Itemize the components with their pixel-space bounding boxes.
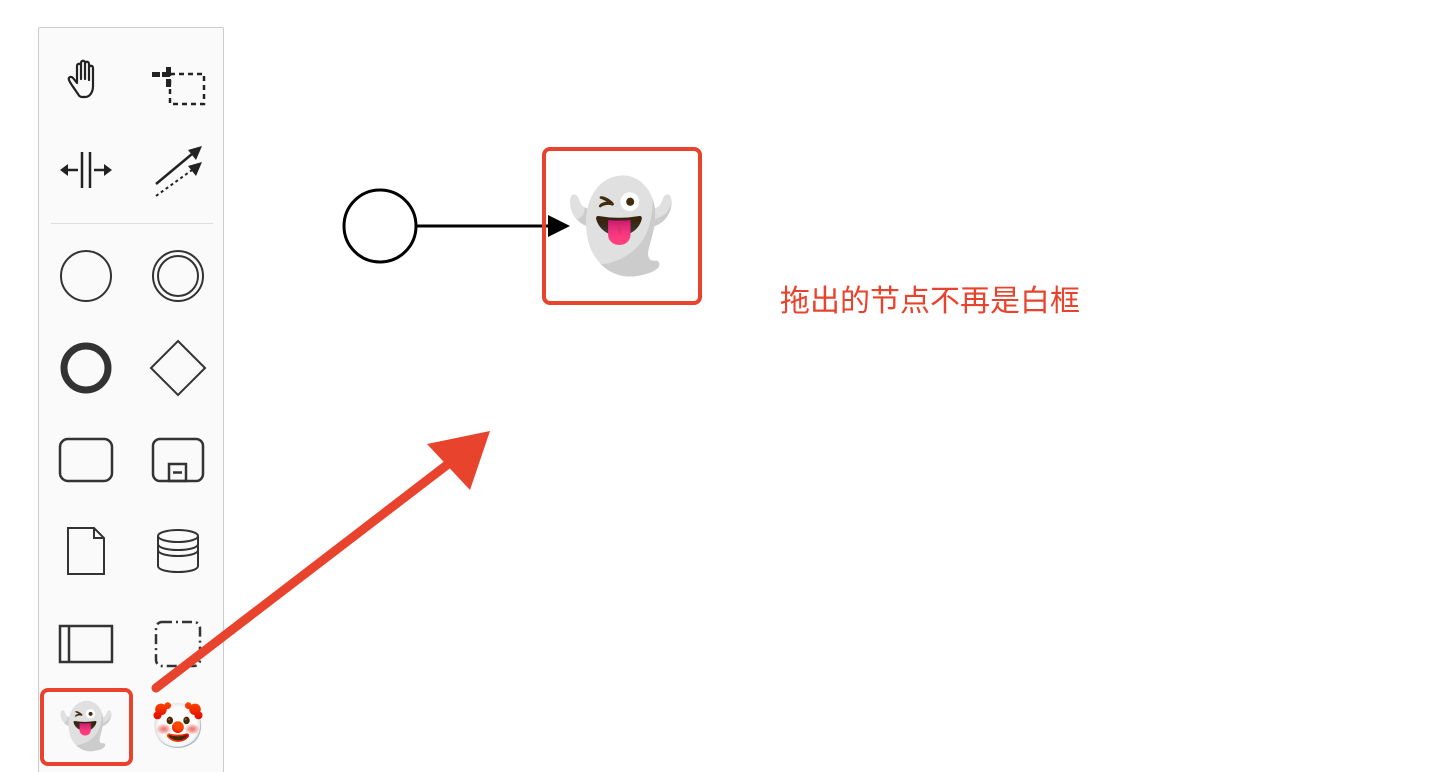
task-icon — [58, 437, 114, 483]
connect-arrow-icon — [155, 146, 202, 197]
start-event-icon — [60, 250, 112, 302]
ghost-node-highlight — [542, 147, 702, 305]
palette-separator — [51, 223, 213, 224]
create-participant[interactable] — [56, 614, 116, 674]
space-tool[interactable] — [56, 140, 116, 200]
start-event-shape — [342, 188, 418, 264]
create-end-event[interactable] — [56, 338, 116, 398]
annotation-arrow-head — [427, 431, 490, 490]
subprocess-icon — [151, 437, 205, 483]
create-intermediate-event[interactable] — [148, 246, 208, 306]
create-data-object[interactable] — [56, 522, 116, 582]
ghost-tool-highlight — [40, 688, 133, 766]
end-event-icon — [60, 342, 112, 394]
space-tool-icon — [60, 152, 112, 188]
gateway-icon — [149, 339, 207, 397]
hand-tool[interactable] — [56, 50, 116, 110]
lasso-select-icon — [152, 67, 206, 106]
clown-icon: 🤡 — [150, 701, 206, 752]
data-store-icon — [157, 529, 199, 573]
participant-icon — [58, 624, 114, 664]
create-subprocess[interactable] — [148, 430, 208, 490]
create-clown-node[interactable]: 🤡 — [138, 694, 218, 760]
group-icon — [154, 620, 202, 668]
intermediate-event-icon — [152, 250, 204, 302]
create-start-event[interactable] — [56, 246, 116, 306]
lasso-tool[interactable] — [148, 50, 208, 110]
bpmn-editor: 👻 🤡 👻 拖出的节点不再是白框 — [0, 0, 1438, 772]
create-gateway[interactable] — [148, 338, 208, 398]
global-connect-tool[interactable] — [148, 140, 208, 200]
annotation-text: 拖出的节点不再是白框 — [780, 284, 1080, 319]
palette: 👻 🤡 — [38, 27, 224, 772]
create-data-store[interactable] — [148, 522, 208, 582]
data-object-icon — [67, 527, 105, 575]
hand-icon — [67, 59, 95, 99]
create-task[interactable] — [56, 430, 116, 490]
create-group[interactable] — [148, 614, 208, 674]
